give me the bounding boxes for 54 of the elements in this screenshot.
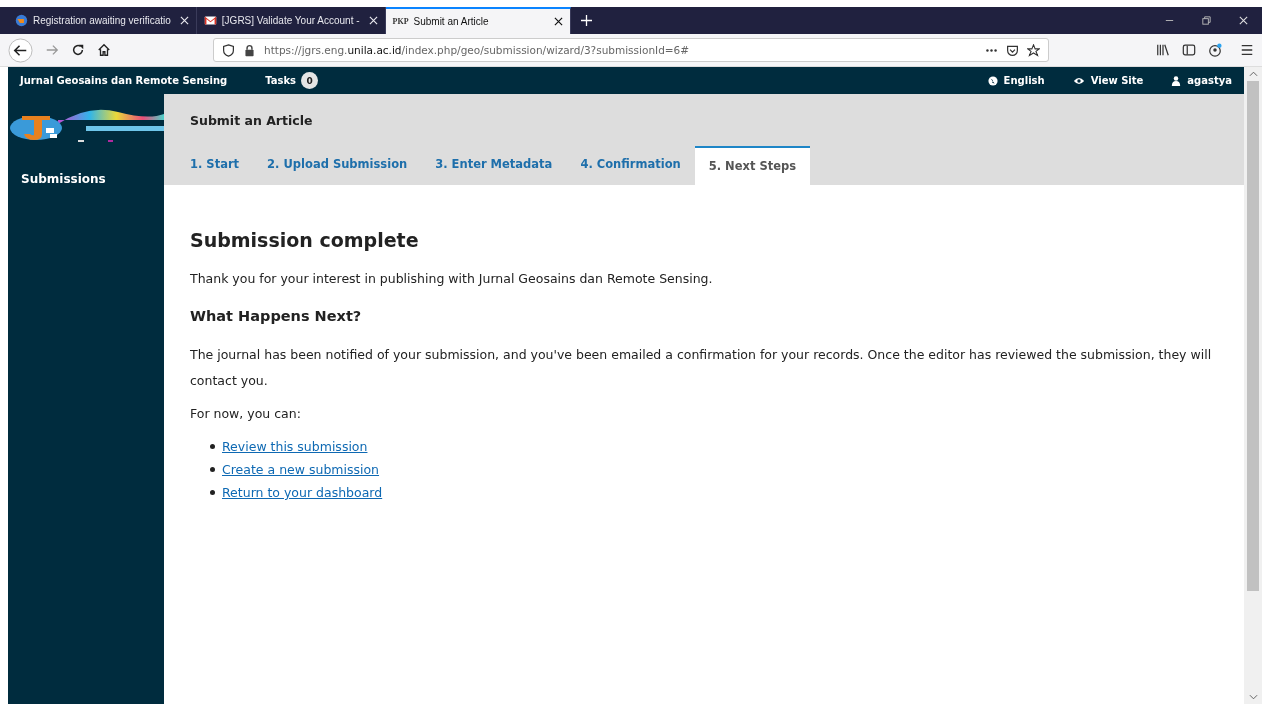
scroll-thumb[interactable] bbox=[1247, 81, 1259, 591]
scroll-down-icon[interactable] bbox=[1248, 694, 1258, 700]
scroll-up-icon[interactable] bbox=[1248, 71, 1258, 77]
thank-you-text: Thank you for your interest in publishing with Jurnal Geosains dan Remote Sensing. bbox=[190, 271, 714, 286]
action-link[interactable]: Review this submission bbox=[222, 439, 368, 454]
library-icon[interactable] bbox=[1156, 43, 1170, 57]
globe-logo-icon bbox=[15, 14, 28, 27]
back-icon[interactable] bbox=[8, 37, 33, 63]
menu-icon[interactable] bbox=[1240, 43, 1254, 57]
star-icon[interactable] bbox=[1027, 43, 1040, 57]
language-link[interactable]: English bbox=[1003, 75, 1045, 86]
wizard-tab[interactable]: 1. Start bbox=[176, 146, 254, 185]
account-icon[interactable] bbox=[1208, 43, 1222, 57]
tasks-count: 0 bbox=[301, 72, 319, 89]
tab-title: Submit an Article bbox=[413, 16, 490, 27]
globe-icon bbox=[987, 75, 998, 86]
bullet-icon bbox=[210, 444, 215, 449]
wizard-tab[interactable]: 5. Next Steps bbox=[694, 146, 811, 185]
tasks-link[interactable]: Tasks bbox=[265, 75, 297, 86]
wizard-tab[interactable]: 2. Upload Submission bbox=[253, 146, 422, 185]
restore-icon[interactable] bbox=[1201, 15, 1212, 26]
new-tab-icon[interactable] bbox=[580, 15, 592, 26]
action-link[interactable]: Return to your dashboard bbox=[222, 485, 383, 500]
shield-icon bbox=[222, 43, 235, 57]
scrollbar[interactable] bbox=[1244, 67, 1262, 704]
tab-title: Registration awaiting verificatio bbox=[33, 15, 172, 26]
page-title: Submit an Article bbox=[190, 113, 314, 128]
section-heading: Submission complete bbox=[190, 229, 420, 251]
close-icon[interactable] bbox=[553, 17, 563, 26]
bullet-icon bbox=[210, 467, 215, 472]
site-name[interactable]: Jurnal Geosains dan Remote Sensing bbox=[20, 75, 228, 86]
address-bar[interactable]: https://jgrs.eng.unila.ac.id/index.php/geo/submission/wizard/3?submissionId=6# bbox=[213, 38, 1049, 62]
intro-text: For now, you can: bbox=[190, 406, 302, 421]
lock-icon bbox=[243, 43, 256, 57]
tab-title: [JGRS] Validate Your Account - bbox=[221, 15, 361, 26]
reload-icon[interactable] bbox=[71, 43, 85, 57]
eye-icon bbox=[1072, 75, 1085, 86]
bullet-icon bbox=[210, 490, 215, 495]
notice-text: The journal has been notified of your submission, and you've been emailed a confirmation for your records. Once the editor has reviewed the submission, they will contact you. bbox=[190, 346, 1213, 390]
sidebar-icon[interactable] bbox=[1182, 43, 1196, 57]
user-icon bbox=[1171, 75, 1182, 86]
mail-icon bbox=[203, 14, 217, 27]
wizard-tab[interactable]: 3. Enter Metadata bbox=[421, 146, 567, 185]
pocket-icon[interactable] bbox=[1006, 43, 1019, 57]
action-link[interactable]: Create a new submission bbox=[222, 462, 380, 477]
sidebar-item[interactable]: Submissions bbox=[21, 172, 106, 186]
view-site-link[interactable]: View Site bbox=[1090, 75, 1144, 86]
url-text: https://jgrs.eng.unila.ac.id/index.php/geo/submission/wizard/3?submissionId=6# bbox=[264, 44, 690, 56]
browser-tab[interactable]: PKP Submit an Article bbox=[385, 7, 571, 34]
user-menu[interactable]: agastya bbox=[1187, 75, 1232, 86]
subheading: What Happens Next? bbox=[190, 308, 363, 324]
home-icon[interactable] bbox=[97, 43, 111, 57]
wizard-tab[interactable]: 4. Confirmation bbox=[566, 146, 695, 185]
pkp-logo: PKP bbox=[392, 17, 409, 26]
